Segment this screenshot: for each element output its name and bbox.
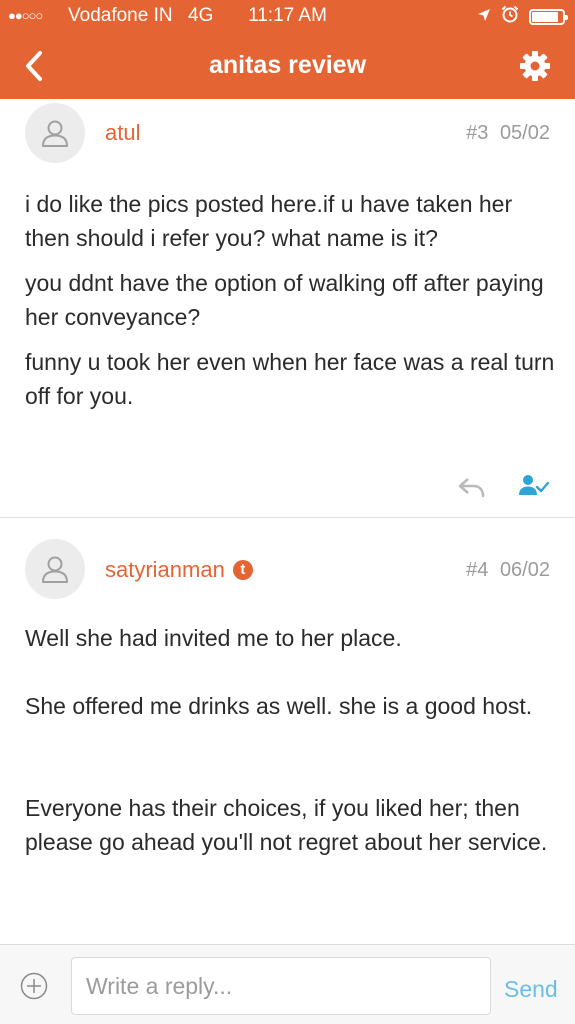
plus-circle-icon — [20, 972, 48, 1000]
reply-button[interactable] — [457, 475, 487, 499]
battery-level — [532, 12, 558, 22]
username-text: atul — [105, 120, 141, 145]
settings-button[interactable] — [517, 48, 553, 84]
attach-button[interactable] — [20, 972, 48, 1000]
alarm-clock-icon — [501, 5, 519, 29]
post-paragraph: i do like the pics posted here.if u have… — [25, 191, 513, 251]
battery-icon — [529, 9, 568, 25]
post-4: satyrianman t #4 06/02 Well she had invi… — [0, 518, 575, 944]
post-username[interactable]: satyrianman t — [105, 556, 253, 584]
app-header: ●●○○○ Vodafone IN 4G 11:17 AM anitas rev… — [0, 0, 575, 99]
user-icon — [42, 120, 68, 147]
status-bar: ●●○○○ Vodafone IN 4G 11:17 AM — [0, 0, 575, 34]
post-paragraph: Everyone has their choices, if you liked… — [25, 795, 548, 855]
reply-arrow-icon — [458, 478, 485, 498]
post-body: i do like the pics posted here.if u have… — [25, 187, 555, 413]
send-button[interactable]: Send — [504, 975, 558, 1003]
post-paragraph: funny u took her even when her face was … — [25, 349, 555, 409]
post-meta: #3 05/02 — [466, 120, 550, 146]
avatar[interactable] — [25, 103, 85, 163]
avatar[interactable] — [25, 539, 85, 599]
post-date: 05/02 — [499, 122, 550, 144]
post-number: #3 — [466, 122, 489, 144]
post-paragraph: you ddnt have the option of walking off … — [25, 270, 544, 330]
post-paragraph: Well she had invited me to her place. — [25, 625, 402, 651]
post-body: Well she had invited me to her place. Sh… — [25, 621, 555, 859]
location-arrow-icon — [477, 6, 491, 28]
username-text: satyrianman — [105, 557, 225, 582]
post-number: #4 — [466, 559, 489, 581]
tribe-badge-icon: t — [232, 560, 253, 580]
reply-input[interactable] — [71, 957, 491, 1015]
page-title: anitas review — [208, 51, 367, 79]
post-meta: #4 06/02 — [466, 557, 550, 583]
post-3: atul #3 05/02 i do like the pics posted … — [0, 99, 575, 517]
user-check-icon — [519, 475, 550, 495]
status-right — [477, 5, 568, 29]
post-username[interactable]: atul — [105, 119, 140, 147]
reply-bar: Send — [0, 944, 575, 1024]
post-paragraph: She offered me drinks as well. she is a … — [25, 693, 533, 719]
gear-icon — [520, 51, 550, 81]
nav-bar: anitas review — [0, 34, 575, 99]
post-date: 06/02 — [499, 559, 550, 581]
user-icon — [42, 556, 68, 583]
follow-user-button[interactable] — [518, 473, 550, 499]
